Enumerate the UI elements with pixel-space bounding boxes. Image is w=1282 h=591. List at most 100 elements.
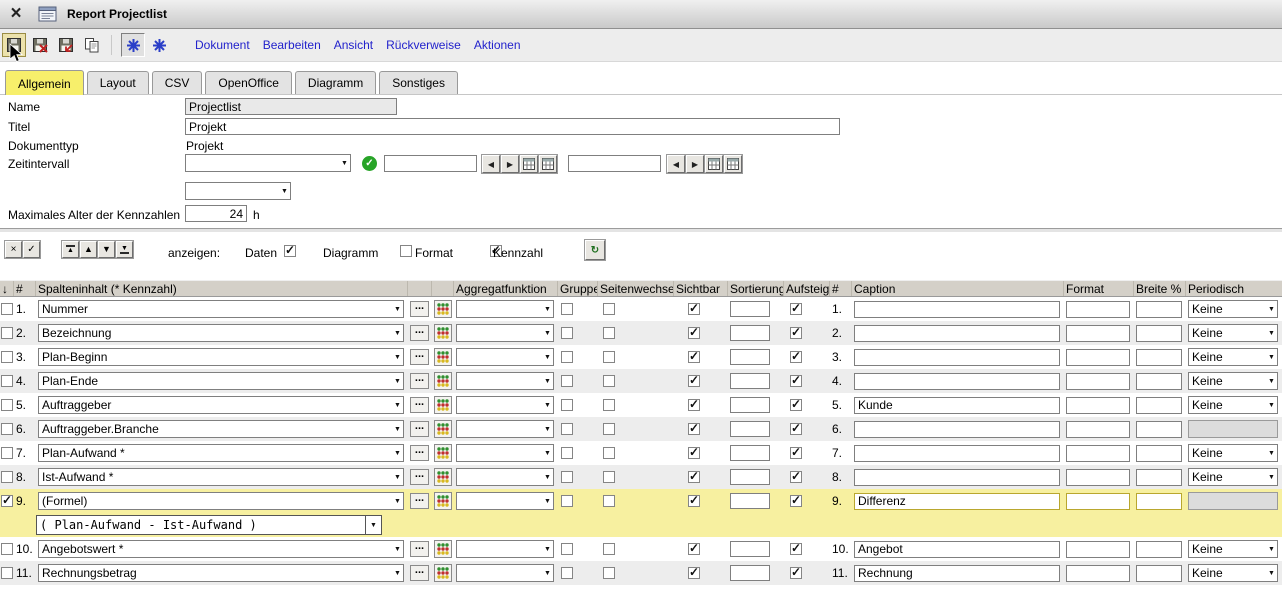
menu-ansicht[interactable]: Ansicht <box>334 38 373 52</box>
breite-input[interactable] <box>1136 565 1182 582</box>
gruppe-checkbox[interactable] <box>561 327 573 339</box>
sichtbar-checkbox[interactable] <box>688 399 700 411</box>
move-up-button[interactable]: ▲ <box>80 241 97 258</box>
caption-input[interactable] <box>854 301 1060 318</box>
aufsteigend-checkbox[interactable] <box>790 471 802 483</box>
column-content-select[interactable]: Angebotswert * ▼ <box>38 540 404 558</box>
ellipsis-button[interactable]: ... <box>410 493 429 509</box>
menu-rueckverweise[interactable]: Rückverweise <box>386 38 461 52</box>
column-content-select[interactable]: Bezeichnung ▼ <box>38 324 404 342</box>
column-content-select[interactable]: Plan-Beginn ▼ <box>38 348 404 366</box>
move-down-button[interactable]: ▼ <box>98 241 115 258</box>
seitenwechsel-checkbox[interactable] <box>603 303 615 315</box>
diagramm-checkbox[interactable] <box>400 245 412 257</box>
max-alter-input[interactable] <box>185 205 247 222</box>
periodisch-select[interactable]: Keine ▼ <box>1188 540 1278 558</box>
sortierung-input[interactable] <box>730 397 770 413</box>
ellipsis-button[interactable]: ... <box>410 445 429 461</box>
sortierung-input[interactable] <box>730 373 770 389</box>
color-grid-icon[interactable] <box>434 420 452 438</box>
row-select-checkbox[interactable] <box>1 423 13 435</box>
caption-input[interactable] <box>854 373 1060 390</box>
aggregat-select[interactable]: ▼ <box>456 492 554 510</box>
sortierung-input[interactable] <box>730 445 770 461</box>
periodisch-select[interactable]: Keine ▼ <box>1188 348 1278 366</box>
sichtbar-checkbox[interactable] <box>688 303 700 315</box>
row-select-checkbox[interactable] <box>1 399 13 411</box>
caption-input[interactable] <box>854 325 1060 342</box>
revert-button[interactable] <box>54 33 78 57</box>
caption-input[interactable] <box>854 397 1060 414</box>
caption-input[interactable] <box>854 445 1060 462</box>
date-to-input[interactable] <box>568 155 661 172</box>
breite-input[interactable] <box>1136 469 1182 486</box>
aggregat-select[interactable]: ▼ <box>456 348 554 366</box>
tab-csv[interactable]: CSV <box>152 71 203 94</box>
caption-input[interactable] <box>854 421 1060 438</box>
column-content-select[interactable]: Plan-Aufwand * ▼ <box>38 444 404 462</box>
ellipsis-button[interactable]: ... <box>410 541 429 557</box>
seitenwechsel-checkbox[interactable] <box>603 447 615 459</box>
row-select-checkbox[interactable] <box>1 543 13 555</box>
aufsteigend-checkbox[interactable] <box>790 375 802 387</box>
color-grid-icon[interactable] <box>434 444 452 462</box>
ellipsis-button[interactable]: ... <box>410 469 429 485</box>
check-all-button[interactable]: ✓ <box>23 241 40 258</box>
date-to-calendar-button[interactable] <box>705 155 723 173</box>
seitenwechsel-checkbox[interactable] <box>603 567 615 579</box>
aufsteigend-checkbox[interactable] <box>790 447 802 459</box>
row-select-checkbox[interactable] <box>1 327 13 339</box>
refresh-button[interactable]: ↻ <box>585 240 605 260</box>
row-select-checkbox[interactable] <box>1 495 13 507</box>
gruppe-checkbox[interactable] <box>561 447 573 459</box>
daten-checkbox[interactable] <box>284 245 296 257</box>
periodisch-select[interactable]: Keine ▼ <box>1188 396 1278 414</box>
aufsteigend-checkbox[interactable] <box>790 543 802 555</box>
interval-unit-select[interactable]: ▼ <box>185 182 291 200</box>
gruppe-checkbox[interactable] <box>561 471 573 483</box>
gruppe-checkbox[interactable] <box>561 351 573 363</box>
seitenwechsel-checkbox[interactable] <box>603 327 615 339</box>
color-grid-icon[interactable] <box>434 468 452 486</box>
color-grid-icon[interactable] <box>434 324 452 342</box>
color-grid-icon[interactable] <box>434 564 452 582</box>
row-select-checkbox[interactable] <box>1 567 13 579</box>
date-to-prev-button[interactable]: ◀ <box>667 155 685 173</box>
date-to-next-button[interactable]: ▶ <box>686 155 704 173</box>
date-from-input[interactable] <box>384 155 477 172</box>
ellipsis-button[interactable]: ... <box>410 421 429 437</box>
caption-input[interactable] <box>854 349 1060 366</box>
column-content-select[interactable]: (Formel) ▼ <box>38 492 404 510</box>
formula-combobox[interactable]: ▼ <box>36 515 382 535</box>
tab-layout[interactable]: Layout <box>87 71 149 94</box>
row-select-checkbox[interactable] <box>1 375 13 387</box>
color-grid-icon[interactable] <box>434 348 452 366</box>
breite-input[interactable] <box>1136 421 1182 438</box>
gruppe-checkbox[interactable] <box>561 423 573 435</box>
zeitintervall-select[interactable]: ▼ <box>185 154 351 172</box>
aufsteigend-checkbox[interactable] <box>790 327 802 339</box>
sortierung-input[interactable] <box>730 325 770 341</box>
color-grid-icon[interactable] <box>434 396 452 414</box>
close-icon[interactable]: × <box>4 2 28 26</box>
color-grid-icon[interactable] <box>434 300 452 318</box>
column-content-select[interactable]: Plan-Ende ▼ <box>38 372 404 390</box>
seitenwechsel-checkbox[interactable] <box>603 351 615 363</box>
format-input[interactable] <box>1066 421 1130 438</box>
periodisch-select[interactable]: Keine ▼ <box>1188 300 1278 318</box>
aggregat-select[interactable]: ▼ <box>456 468 554 486</box>
breite-input[interactable] <box>1136 325 1182 342</box>
menu-aktionen[interactable]: Aktionen <box>474 38 521 52</box>
row-select-checkbox[interactable] <box>1 447 13 459</box>
tab-openoffice[interactable]: OpenOffice <box>205 71 291 94</box>
format-input[interactable] <box>1066 325 1130 342</box>
format-input[interactable] <box>1066 565 1130 582</box>
ellipsis-button[interactable]: ... <box>410 349 429 365</box>
column-content-select[interactable]: Rechnungsbetrag ▼ <box>38 564 404 582</box>
uncheck-all-button[interactable]: × <box>5 241 22 258</box>
sichtbar-checkbox[interactable] <box>688 567 700 579</box>
aufsteigend-checkbox[interactable] <box>790 423 802 435</box>
aggregat-select[interactable]: ▼ <box>456 300 554 318</box>
format-input[interactable] <box>1066 469 1130 486</box>
aufsteigend-checkbox[interactable] <box>790 399 802 411</box>
